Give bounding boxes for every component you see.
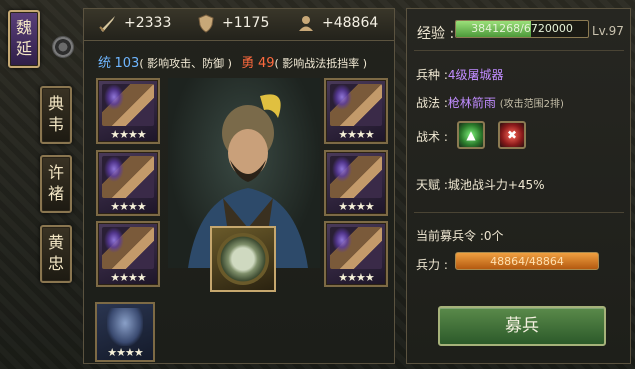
force-value: 48864/48864: [490, 255, 564, 268]
talent-row: 天赋 :城池战斗力+45%: [416, 176, 545, 193]
brave-value: 49: [257, 56, 275, 71]
soldier-icon: [299, 16, 313, 31]
general-tab-char: 忠: [47, 254, 64, 273]
force-bar: 48864/48864: [455, 252, 599, 270]
recruit-button[interactable]: 募兵: [438, 306, 606, 346]
faction-tab-char: 延: [15, 39, 32, 58]
recruit-orders-value: 0个: [483, 229, 504, 243]
equipment-slot-left-1[interactable]: ★★★★: [96, 78, 160, 144]
lead-value: 103: [114, 56, 140, 71]
sword-icon: [99, 16, 115, 32]
tactics-label: 战术 :: [416, 130, 448, 144]
talent-value: 城池战斗力+45%: [447, 178, 545, 192]
exp-bar: 3841268/6720000: [455, 20, 589, 38]
equipment-slot-left-3[interactable]: ★★★★: [96, 221, 160, 287]
glow: [104, 227, 124, 253]
star-rating: ★★★★: [110, 200, 146, 213]
faction-tab-char: 魏: [15, 18, 32, 37]
defense-stat: +1175: [222, 15, 270, 31]
star-rating: ★★★★: [110, 128, 146, 141]
star-rating: ★★★★: [107, 346, 143, 359]
skill-desc: (攻击范围2排): [499, 99, 564, 110]
star-rating: ★★★★: [338, 128, 374, 141]
exp-label: 经验 :: [417, 26, 455, 42]
divider: [414, 50, 624, 51]
equipment-slot-right-1[interactable]: ★★★★: [324, 78, 388, 144]
siege-unit-art: [107, 308, 143, 346]
talent-label: 天赋 :: [416, 178, 448, 192]
glow: [104, 156, 124, 182]
general-tab-xuchu[interactable]: 许 褚: [40, 155, 72, 213]
star-rating: ★★★★: [338, 271, 374, 284]
unit-label: 兵种 :: [416, 68, 448, 82]
gear-icon[interactable]: [52, 36, 74, 58]
exp-value: 3841268/6720000: [471, 22, 573, 35]
tactic-mark: ▲: [466, 128, 476, 142]
general-tab-char: 许: [47, 163, 64, 182]
divider: [414, 212, 624, 213]
faction-tab-weiyan[interactable]: 魏 延: [8, 10, 40, 68]
equipment-slot-right-2[interactable]: ★★★★: [324, 150, 388, 216]
glow: [104, 84, 124, 110]
treasure-slot[interactable]: [210, 226, 276, 292]
attribute-line: 统 103( 影响攻击、防御 ) 勇 49( 影响战法抵挡率 ): [98, 52, 367, 71]
shield-icon: [198, 14, 214, 33]
troops-stat: +48864: [322, 15, 379, 31]
general-tab-dianwei[interactable]: 典 韦: [40, 86, 72, 144]
equipment-slot-left-2[interactable]: ★★★★: [96, 150, 160, 216]
red-cross-icon[interactable]: ✖: [498, 121, 526, 149]
lead-desc: ( 影响攻击、防御 ): [139, 57, 232, 70]
level-label: Lv.97: [592, 24, 624, 38]
brave-desc: ( 影响战法抵挡率 ): [274, 57, 368, 70]
brave-label: 勇: [241, 56, 255, 71]
general-tab-char: 褚: [47, 184, 64, 203]
troop-slot[interactable]: ★★★★: [95, 302, 155, 362]
jade-plate-art: [217, 233, 269, 285]
general-tab-char: 韦: [47, 115, 64, 134]
attack-stat: +2333: [124, 15, 172, 31]
green-triangle-icon[interactable]: ▲: [457, 121, 485, 149]
tactic-mark: ✖: [506, 128, 518, 142]
general-tab-char: 黄: [47, 233, 64, 252]
skill-value[interactable]: 枪林箭雨: [448, 96, 496, 110]
general-tab-char: 典: [47, 94, 64, 113]
glow: [332, 227, 352, 253]
star-rating: ★★★★: [110, 271, 146, 284]
recruit-orders-row: 当前募兵令 :0个: [416, 227, 504, 244]
general-tab-huangzhong[interactable]: 黄 忠: [40, 225, 72, 283]
skill-row: 战法 :枪林箭雨 (攻击范围2排): [416, 94, 564, 111]
lead-label: 统: [98, 56, 112, 71]
star-rating: ★★★★: [338, 200, 374, 213]
equipment-slot-right-3[interactable]: ★★★★: [324, 221, 388, 287]
unit-row: 兵种 :4级屠城器: [416, 66, 504, 83]
force-label: 兵力 :: [416, 258, 448, 272]
recruit-orders-label: 当前募兵令 :: [416, 229, 484, 243]
glow: [332, 156, 352, 182]
glow: [332, 84, 352, 110]
unit-value: 4级屠城器: [447, 68, 504, 82]
skill-label: 战法 :: [416, 96, 448, 110]
